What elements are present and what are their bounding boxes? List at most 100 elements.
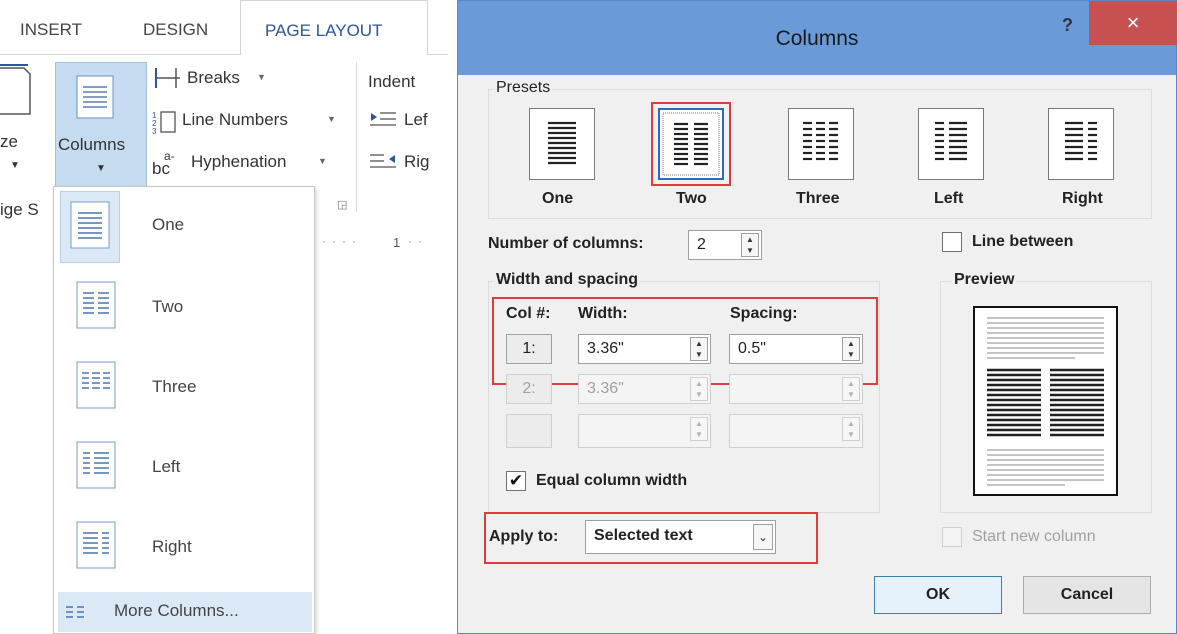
spin-arrows-icon[interactable]: ▲ ▼ [741, 233, 759, 257]
preset-label: Left [934, 190, 964, 207]
ok-button[interactable]: OK [874, 576, 1002, 614]
preset-one[interactable] [529, 108, 595, 180]
columns-button[interactable]: Columns ▼ [55, 62, 147, 187]
columns-icon [76, 75, 114, 119]
breaks-button[interactable]: Breaks [187, 68, 240, 88]
size-icon [0, 64, 31, 115]
spin-arrows-icon: ▲ ▼ [690, 417, 708, 441]
col-number-2: 2: [506, 374, 552, 404]
apply-to-select[interactable]: Selected text ⌄ [585, 520, 776, 554]
left-columns-icon [76, 441, 116, 489]
line-numbers-icon: 1 2 3 [152, 111, 176, 134]
menu-item-label: One [152, 215, 185, 234]
three-columns-icon [76, 361, 116, 409]
columns-dialog: Columns ? × Presets One Two Three Left R… [457, 0, 1177, 634]
right-columns-icon [76, 521, 116, 569]
menu-item-right[interactable]: Right [54, 509, 314, 589]
chevron-down-icon[interactable]: ⌄ [753, 524, 773, 550]
preset-left[interactable] [918, 108, 984, 180]
preset-two[interactable] [658, 108, 724, 180]
equal-width-label: Equal column width [536, 472, 688, 489]
hyphenation-icon: bc a- [152, 149, 175, 178]
line-numbers-button[interactable]: Line Numbers [182, 110, 288, 130]
chevron-down-icon: ▼ [10, 160, 20, 171]
tab-page-layout[interactable]: PAGE LAYOUT [240, 0, 428, 55]
chevron-down-icon: ▼ [257, 72, 266, 82]
preset-label: Three [796, 190, 840, 207]
spacing-header: Spacing: [730, 305, 798, 322]
tab-insert[interactable]: INSERT [20, 20, 82, 40]
menu-item-three[interactable]: Three [54, 349, 314, 429]
chevron-down-icon: ▼ [96, 163, 106, 174]
page-setup-group-label: ige S [0, 200, 39, 219]
width-spacing-label: Width and spacing [494, 271, 641, 289]
num-columns-spinner[interactable]: 2 ▲ ▼ [688, 230, 762, 260]
two-columns-icon [76, 281, 116, 329]
cancel-button[interactable]: Cancel [1023, 576, 1151, 614]
tab-design[interactable]: DESIGN [143, 20, 208, 40]
col-number-1: 1: [506, 334, 552, 364]
menu-item-label: Right [152, 537, 192, 556]
col1-width-input[interactable]: 3.36" ▲ ▼ [578, 334, 711, 364]
col3-width-input: ▲ ▼ [578, 414, 711, 448]
dialog-titlebar: Columns ? × [458, 1, 1177, 75]
ribbon-divider [428, 54, 448, 55]
col1-spacing-input[interactable]: 0.5" ▲ ▼ [729, 334, 863, 364]
equal-width-checkbox[interactable]: ✔ [506, 471, 526, 491]
menu-item-label: Two [152, 297, 184, 316]
preset-one-icon [548, 121, 576, 165]
hyphenation-button[interactable]: Hyphenation [191, 152, 286, 172]
presets-label: Presets [494, 79, 553, 97]
col2-width-input: 3.36" ▲ ▼ [578, 374, 711, 404]
menu-item-left[interactable]: Left [54, 429, 314, 509]
dialog-launcher-icon[interactable]: ◲ [337, 198, 347, 211]
more-columns-button[interactable]: More Columns... [58, 592, 312, 632]
spin-arrows-icon[interactable]: ▲ ▼ [842, 337, 860, 361]
spin-arrows-icon: ▲ ▼ [842, 377, 860, 401]
start-new-column-checkbox [942, 527, 962, 547]
start-new-column-label: Start new column [972, 528, 1096, 545]
menu-item-two[interactable]: Two [54, 269, 314, 349]
columns-label: Columns [58, 135, 126, 154]
preset-left-icon [935, 121, 967, 161]
svg-text:a-: a- [164, 149, 175, 163]
line-between-label: Line between [972, 233, 1074, 250]
preset-right[interactable] [1048, 108, 1114, 180]
width-header: Width: [578, 305, 628, 322]
tab-page-layout-label: PAGE LAYOUT [265, 21, 383, 40]
col1-spacing-value: 0.5" [738, 340, 766, 357]
menu-item-one[interactable]: One [54, 187, 314, 267]
col2-width-value: 3.36" [587, 380, 624, 397]
indent-label: Indent [368, 72, 416, 91]
spin-arrows-icon: ▲ ▼ [690, 377, 708, 401]
indent-left-label[interactable]: Lef [404, 110, 428, 130]
spin-arrows-icon[interactable]: ▲ ▼ [690, 337, 708, 361]
size-label[interactable]: ze [0, 132, 18, 152]
preset-label: Two [676, 190, 707, 207]
group-separator [356, 62, 357, 212]
preset-three[interactable] [788, 108, 854, 180]
ruler-mark: 1 [393, 235, 401, 250]
apply-to-label: Apply to: [489, 528, 559, 545]
preset-label: One [542, 190, 574, 207]
columns-menu: One Two Three Left Right More Columns... [53, 186, 315, 634]
help-button[interactable]: ? [1062, 15, 1073, 36]
more-columns-label: More Columns... [114, 601, 239, 620]
col2-spacing-input: ▲ ▼ [729, 374, 863, 404]
svg-text:3: 3 [152, 127, 157, 134]
indent-right-label[interactable]: Rig [404, 152, 430, 172]
close-button[interactable]: × [1089, 1, 1177, 45]
more-columns-icon [66, 606, 84, 618]
col-header: Col #: [506, 305, 551, 322]
spin-arrows-icon: ▲ ▼ [842, 417, 860, 441]
preset-label: Right [1062, 190, 1103, 207]
num-columns-value: 2 [697, 236, 706, 253]
preset-two-icon [662, 112, 720, 176]
one-column-icon [70, 201, 110, 249]
preset-right-icon [1065, 121, 1097, 161]
line-between-checkbox[interactable] [942, 232, 962, 252]
chevron-down-icon: ▼ [327, 114, 336, 124]
num-columns-label: Number of columns: [488, 235, 644, 252]
breaks-icon [155, 68, 180, 88]
indent-right-icon [370, 154, 396, 168]
